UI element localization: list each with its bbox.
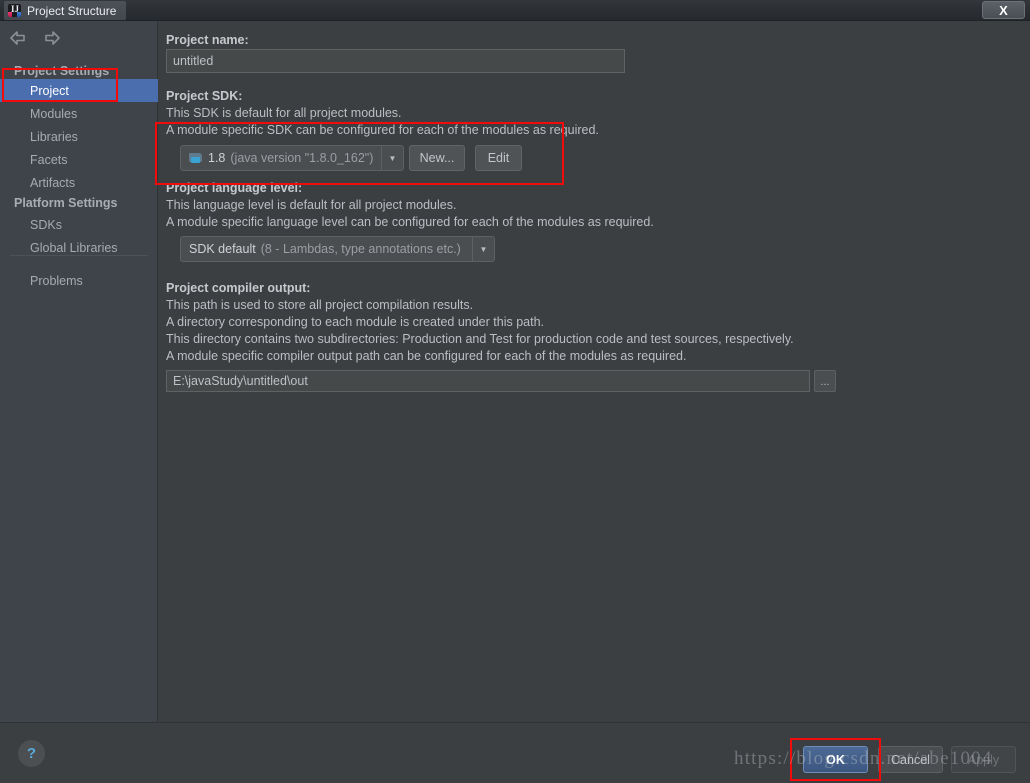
project-sdk-label: Project SDK: — [166, 89, 243, 103]
intellij-idea-icon: IJ — [8, 4, 21, 17]
sdk-folder-icon — [189, 152, 203, 164]
project-name-input[interactable]: untitled — [166, 49, 625, 73]
cancel-button[interactable]: Cancel — [878, 746, 943, 773]
compiler-output-label: Project compiler output: — [166, 281, 311, 295]
compiler-output-browse-button[interactable]: ... — [814, 370, 836, 392]
project-sdk-dropdown[interactable]: 1.8 (java version "1.8.0_162") ▼ — [180, 145, 404, 171]
forward-arrow-icon[interactable] — [42, 29, 62, 47]
compiler-output-desc-2: A directory corresponding to each module… — [166, 315, 544, 329]
apply-button[interactable]: Apply — [951, 746, 1016, 773]
sidebar-item-label: Libraries — [30, 129, 78, 144]
sidebar-item-problems[interactable]: Problems — [0, 269, 158, 292]
project-structure-dialog: IJ Project Structure X Project Settings … — [0, 0, 1030, 783]
language-level-dropdown[interactable]: SDK default (8 - Lambdas, type annotatio… — [180, 236, 495, 262]
language-level-selected-detail: (8 - Lambdas, type annotations etc.) — [260, 242, 461, 256]
ok-button[interactable]: OK — [803, 746, 868, 773]
sidebar-item-sdks[interactable]: SDKs — [0, 213, 158, 236]
sidebar-group-header-platform-settings: Platform Settings — [14, 196, 118, 210]
sidebar-item-label: Artifacts — [30, 175, 76, 190]
sidebar-item-label: SDKs — [30, 217, 62, 232]
project-name-label: Project name: — [166, 33, 249, 47]
help-icon[interactable]: ? — [18, 740, 45, 767]
sidebar-item-label: Project — [30, 83, 69, 98]
compiler-output-input[interactable]: E:\javaStudy\untitled\out — [166, 370, 810, 392]
language-level-label: Project language level: — [166, 181, 303, 195]
sidebar-item-libraries[interactable]: Libraries — [0, 125, 158, 148]
sidebar-item-modules[interactable]: Modules — [0, 102, 158, 125]
project-settings-panel: Project name: untitled Project SDK: This… — [159, 21, 1030, 723]
dialog-footer — [0, 724, 1030, 783]
edit-sdk-button[interactable]: Edit — [475, 145, 522, 171]
language-level-desc-1: This language level is default for all p… — [166, 198, 457, 212]
sidebar-divider — [10, 255, 148, 256]
compiler-output-value: E:\javaStudy\untitled\out — [173, 374, 308, 388]
chevron-down-icon[interactable]: ▼ — [381, 146, 403, 170]
compiler-output-desc-3: This directory contains two subdirectori… — [166, 332, 794, 346]
sidebar-item-facets[interactable]: Facets — [0, 148, 158, 171]
sidebar-item-artifacts[interactable]: Artifacts — [0, 171, 158, 194]
sidebar-item-label: Global Libraries — [30, 240, 118, 255]
project-sdk-desc-2: A module specific SDK can be configured … — [166, 123, 599, 137]
project-sdk-selected: 1.8 (java version "1.8.0_162") — [181, 146, 381, 170]
sidebar-item-label: Modules — [30, 106, 78, 121]
project-name-value: untitled — [173, 54, 214, 68]
settings-sidebar: Project Settings Project Modules Librari… — [0, 21, 158, 723]
project-sdk-desc-1: This SDK is default for all project modu… — [166, 106, 402, 120]
compiler-output-desc-1: This path is used to store all project c… — [166, 298, 474, 312]
chevron-down-icon[interactable]: ▼ — [472, 237, 494, 261]
language-level-selected-name: SDK default — [189, 242, 256, 256]
back-arrow-icon[interactable] — [8, 29, 28, 47]
language-level-desc-2: A module specific language level can be … — [166, 215, 654, 229]
sidebar-group-header-project-settings: Project Settings — [14, 64, 110, 78]
sidebar-item-label: Facets — [30, 152, 68, 167]
window-title-group: IJ Project Structure — [4, 1, 127, 20]
window-title: Project Structure — [27, 3, 117, 18]
project-sdk-selected-detail: (java version "1.8.0_162") — [230, 151, 374, 165]
sidebar-nav-arrows — [8, 29, 62, 47]
window-titlebar: IJ Project Structure X — [0, 0, 1030, 21]
compiler-output-desc-4: A module specific compiler output path c… — [166, 349, 687, 363]
project-sdk-selected-name: 1.8 — [208, 151, 226, 165]
close-icon[interactable]: X — [982, 1, 1025, 19]
sidebar-item-project[interactable]: Project — [0, 79, 158, 102]
new-sdk-button[interactable]: New... — [409, 145, 465, 171]
language-level-selected: SDK default (8 - Lambdas, type annotatio… — [181, 237, 472, 261]
sidebar-item-label: Problems — [30, 273, 83, 288]
